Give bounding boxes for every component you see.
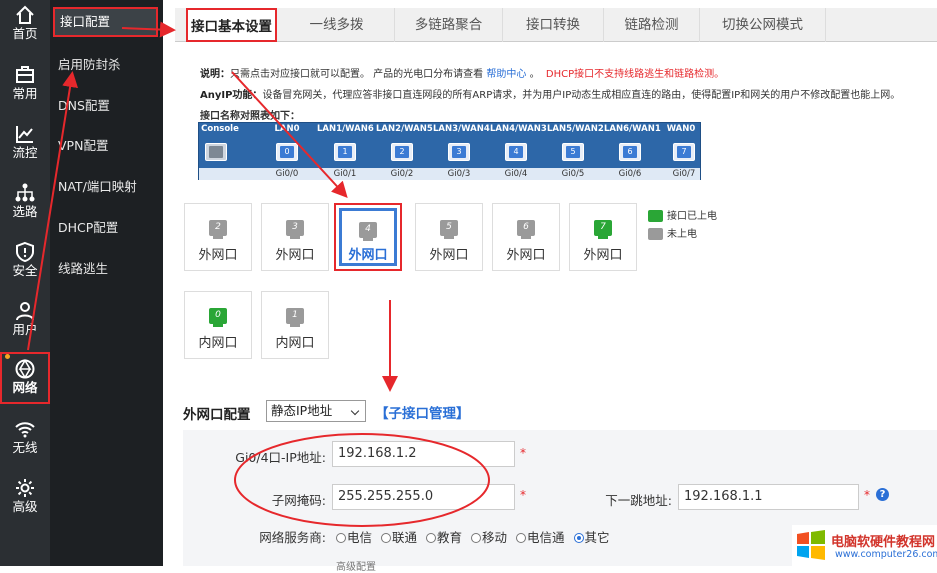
subnet-mask-input[interactable]: 255.255.255.0 (332, 484, 515, 510)
help-icon[interactable]: ? (876, 488, 889, 501)
nav-security[interactable]: 安全 (0, 237, 50, 295)
port-table-title: 接口名称对照表如下： (200, 111, 300, 122)
radio-icon (471, 533, 481, 543)
ip-address-input[interactable]: 192.168.1.2 (332, 441, 515, 467)
nav-common[interactable]: 常用 (0, 60, 50, 118)
nav-flow-control[interactable]: 流控 (0, 119, 50, 177)
nav-network[interactable]: 网络 (0, 352, 50, 404)
interface-card-gi0-1[interactable]: 1 内网口 (261, 291, 329, 359)
tab-link-detect[interactable]: 链路检测 (604, 8, 700, 42)
nav-user[interactable]: 用户 (0, 296, 50, 354)
port-off-icon: 1 (286, 308, 304, 327)
radio-icon (336, 533, 346, 543)
subnav-dns-config[interactable]: DNS配置 (50, 89, 163, 123)
port-on-icon (648, 210, 663, 222)
port-off-icon: 4 (359, 222, 377, 241)
interface-card-gi0-2[interactable]: 2 外网口 (184, 203, 252, 271)
wifi-icon (15, 422, 35, 438)
console-port-icon (205, 143, 227, 161)
nav-routing[interactable]: 选路 (0, 178, 50, 236)
help-center-link[interactable]: 帮助中心 (486, 69, 526, 80)
nav-home[interactable]: 首页 (0, 0, 50, 58)
port-off-icon (648, 228, 663, 240)
port-gi0-6: 6 (619, 143, 641, 161)
subnav-line-escape[interactable]: 线路逃生 (50, 252, 163, 286)
subnav-anti-block[interactable]: 启用防封杀 (50, 48, 163, 82)
subnav-interface-config[interactable]: 接口配置 (53, 7, 158, 37)
tab-bar: 接口基本设置 一线多拨 多链路聚合 接口转换 链路检测 切换公网模式 (175, 8, 937, 42)
ip-label: Gi0/4口-IP地址: (235, 450, 326, 465)
gateway-input[interactable]: 192.168.1.1 (678, 484, 859, 510)
interface-card-gi0-0[interactable]: 0 内网口 (184, 291, 252, 359)
tab-public-mode[interactable]: 切换公网模式 (700, 8, 826, 42)
port-off-icon: 5 (440, 220, 458, 239)
radio-icon (426, 533, 436, 543)
user-icon (16, 302, 34, 321)
info-anyip: AnyIP功能：设备冒充网关，代理应答非接口直连网段的所有ARP请求，并为用户I… (200, 90, 901, 101)
sub-nav: 接口配置 启用防封杀 DNS配置 VPN配置 NAT/端口映射 DHCP配置 线… (50, 0, 163, 566)
isp-radio-other[interactable]: 其它 (573, 530, 610, 545)
dhcp-warning: DHCP接口不支持线路逃生和链路检测。 (545, 69, 725, 80)
nav-wireless[interactable]: 无线 (0, 414, 50, 472)
port-gi0-5: 5 (562, 143, 584, 161)
port-on-icon: 0 (209, 308, 227, 327)
subnav-vpn-config[interactable]: VPN配置 (50, 129, 163, 163)
form-title: 外网口配置 (183, 407, 251, 423)
port-on-icon: 7 (594, 220, 612, 239)
info-description: 说明：只需点击对应接口就可以配置。 产品的光电口分布请查看 帮助中心 。 DHC… (200, 69, 725, 80)
tab-multi-dial[interactable]: 一线多拨 (279, 8, 395, 42)
port-gi0-2: 2 (391, 143, 413, 161)
isp-label: 网络服务商: (259, 530, 326, 545)
home-icon (16, 5, 34, 24)
mask-label: 子网掩码: (271, 493, 326, 508)
radio-icon (381, 533, 391, 543)
port-gi0-0: 0 (276, 143, 298, 161)
isp-radio-unicom[interactable]: 联通 (381, 530, 417, 545)
gear-icon (16, 479, 34, 497)
port-gi0-7: 7 (673, 143, 695, 161)
port-mapping-table: Console LAN0 LAN1/WAN6 LAN2/WAN5 LAN3/WA… (198, 122, 701, 180)
windows-logo-icon (797, 530, 825, 560)
subnav-dhcp-config[interactable]: DHCP配置 (50, 211, 163, 245)
interface-card-gi0-6[interactable]: 6 外网口 (492, 203, 560, 271)
tab-link-aggregation[interactable]: 多链路聚合 (395, 8, 503, 42)
isp-radio-mobile[interactable]: 移动 (471, 530, 507, 545)
wan-mode-select[interactable]: 静态IP地址 (266, 400, 366, 422)
port-gi0-4: 4 (505, 143, 527, 161)
toolbox-icon (16, 66, 34, 83)
main-sidebar: 首页 常用 流控 选路 安全 用户 网络 无线 高级 (0, 0, 50, 566)
isp-radio-telecom[interactable]: 电信 (336, 530, 372, 545)
nav-advanced[interactable]: 高级 (0, 473, 50, 531)
legend-powered: 接口已上电 (648, 207, 717, 222)
route-icon (15, 183, 35, 202)
subnav-nat-port-mapping[interactable]: NAT/端口映射 (50, 170, 163, 204)
gateway-label: 下一跳地址: (605, 493, 672, 508)
sub-interface-link[interactable]: 【子接口管理】 (375, 402, 470, 422)
interface-card-gi0-3[interactable]: 3 外网口 (261, 203, 329, 271)
network-icon (15, 358, 35, 379)
interface-card-gi0-5[interactable]: 5 外网口 (415, 203, 483, 271)
watermark: 电脑软硬件教程网 www.computer26.com (792, 525, 937, 566)
radio-checked-icon (573, 533, 584, 543)
port-off-icon: 6 (517, 220, 535, 239)
radio-icon (516, 533, 526, 543)
isp-radio-telecom-tong[interactable]: 电信通 (516, 530, 565, 545)
shield-icon (16, 241, 34, 263)
tab-interface-switch[interactable]: 接口转换 (503, 8, 604, 42)
port-gi0-1: 1 (334, 143, 356, 161)
port-off-icon: 3 (286, 220, 304, 239)
port-gi0-3: 3 (448, 143, 470, 161)
interface-card-gi0-7[interactable]: 7 外网口 (569, 203, 637, 271)
active-indicator-dot (5, 354, 10, 359)
interface-card-gi0-4[interactable]: 4 外网口 (334, 203, 402, 271)
port-off-icon: 2 (209, 220, 227, 239)
isp-radio-group: 电信 联通 教育 移动 电信通 其它 (336, 527, 615, 546)
tab-interface-basic[interactable]: 接口基本设置 (186, 8, 277, 42)
chart-line-icon (16, 126, 33, 143)
legend-unpowered: 未上电 (648, 225, 697, 240)
isp-radio-education[interactable]: 教育 (426, 530, 462, 545)
